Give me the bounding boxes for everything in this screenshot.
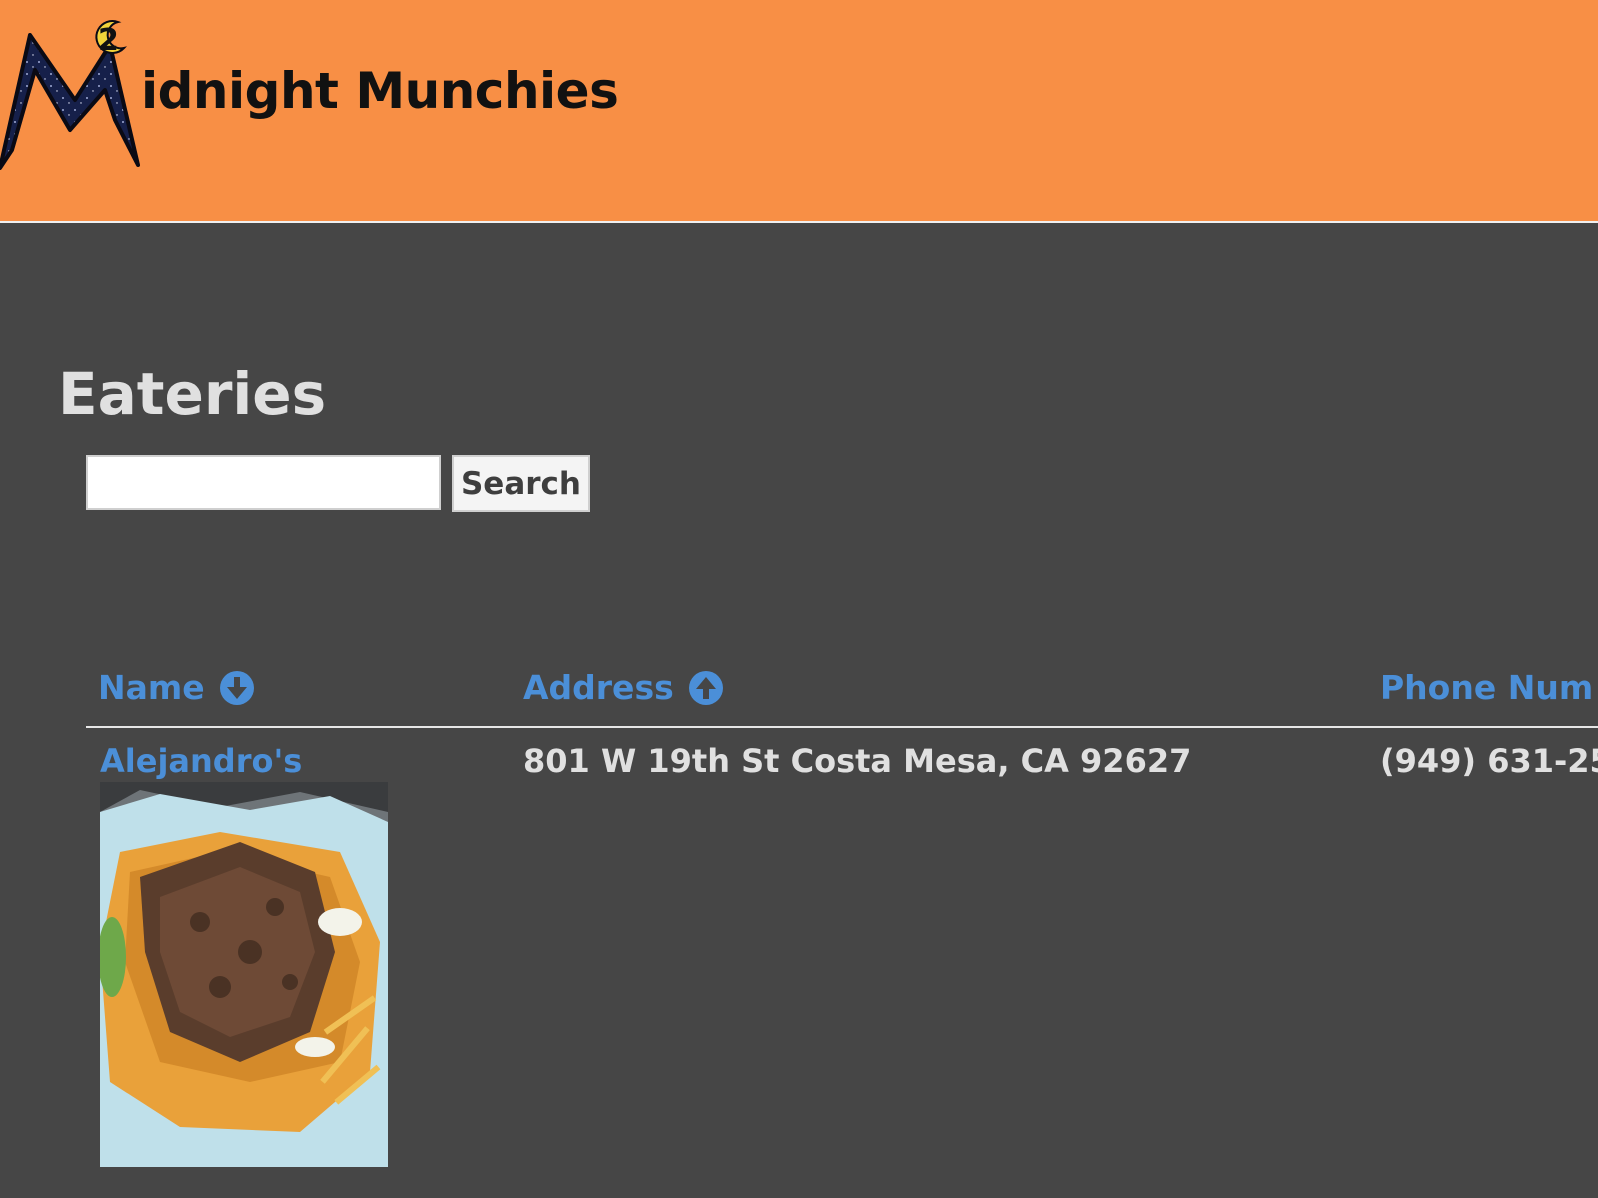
arrow-down-circle-icon bbox=[219, 670, 254, 705]
table-row: Alejandro's 801 W 19th St Costa Mesa, CA… bbox=[86, 728, 1598, 1198]
site-header: 2 idnight Munchies bbox=[0, 0, 1598, 223]
column-header-label: Name bbox=[98, 668, 205, 707]
eatery-address: 801 W 19th St Costa Mesa, CA 92627 bbox=[523, 742, 1192, 780]
eatery-phone: (949) 631-256 bbox=[1380, 742, 1598, 780]
table-header: Name Address Phone Num bbox=[86, 645, 1598, 728]
column-header-address[interactable]: Address bbox=[523, 668, 724, 707]
page-title: Eateries bbox=[58, 360, 327, 428]
svg-text:2: 2 bbox=[98, 23, 119, 58]
logo-m-icon: 2 bbox=[0, 20, 140, 170]
food-photo bbox=[100, 782, 388, 1167]
eatery-name-link[interactable]: Alejandro's bbox=[100, 742, 302, 780]
column-header-phone[interactable]: Phone Num bbox=[1380, 668, 1598, 707]
site-title[interactable]: idnight Munchies bbox=[141, 62, 619, 120]
arrow-up-circle-icon bbox=[688, 670, 723, 705]
column-header-label: Phone Num bbox=[1380, 668, 1594, 707]
search-button[interactable]: Search bbox=[452, 455, 590, 512]
search-input[interactable] bbox=[86, 455, 441, 510]
logo-mark[interactable]: 2 bbox=[0, 10, 150, 170]
food-photo-image bbox=[100, 782, 388, 1167]
column-header-label: Address bbox=[523, 668, 674, 707]
column-header-name[interactable]: Name bbox=[98, 668, 255, 707]
main-content: Eateries Search Name Address Phone Num A… bbox=[0, 225, 1598, 1198]
